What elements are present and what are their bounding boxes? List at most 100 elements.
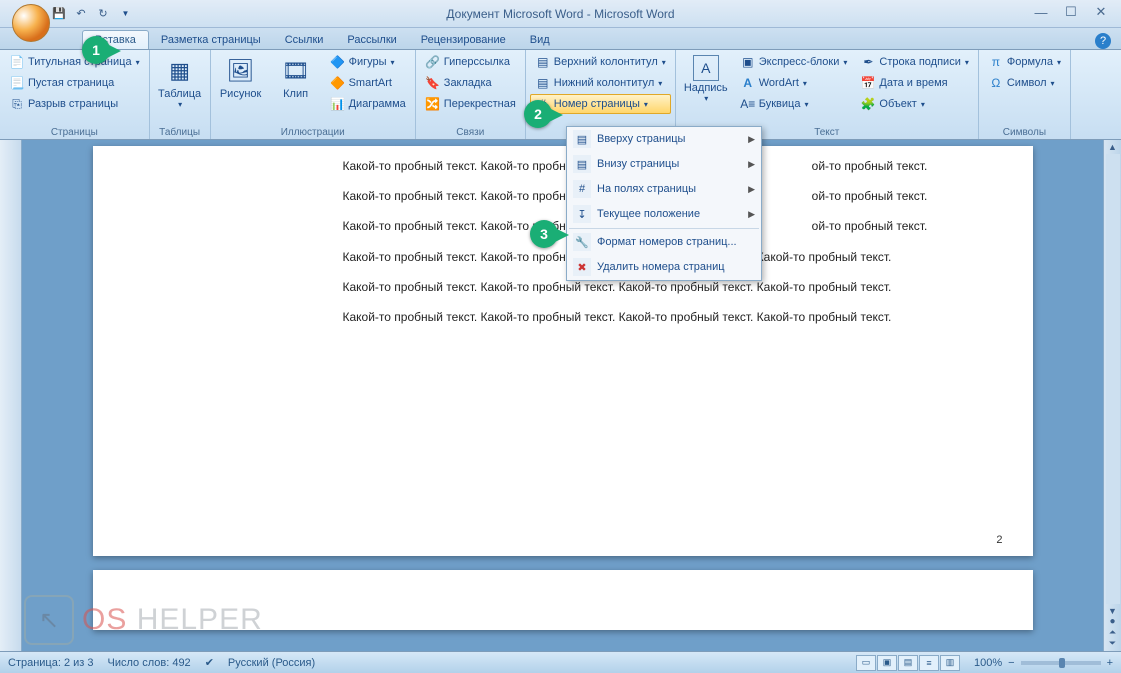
watermark: ↖ OS HELPER xyxy=(24,595,263,645)
menu-top-of-page[interactable]: ▤Вверху страницы▶ xyxy=(567,127,761,152)
menu-page-margins[interactable]: #На полях страницы▶ xyxy=(567,177,761,202)
sigline-button[interactable]: ✒Строка подписи▾ xyxy=(855,52,973,72)
textbox-icon: A xyxy=(693,55,719,81)
office-button[interactable] xyxy=(12,4,50,42)
blank-page-button[interactable]: 📃Пустая страница xyxy=(4,73,145,93)
menu-bottom-of-page[interactable]: ▤Внизу страницы▶ xyxy=(567,152,761,177)
window-title: Документ Microsoft Word - Microsoft Word xyxy=(446,7,674,21)
minimize-button[interactable]: — xyxy=(1027,2,1055,22)
dropcap-button[interactable]: A≡Буквица▾ xyxy=(735,94,853,114)
clip-icon: 🎞 xyxy=(280,55,312,87)
quickparts-button[interactable]: ▣Экспресс-блоки▾ xyxy=(735,52,853,72)
tab-pagelayout[interactable]: Разметка страницы xyxy=(149,31,273,49)
shapes-button[interactable]: 🔷Фигуры▾ xyxy=(325,52,411,72)
paragraph: Какой-то пробный текст. Какой-то пробный… xyxy=(343,309,943,325)
status-words[interactable]: Число слов: 492 xyxy=(108,657,191,669)
equation-icon: π xyxy=(988,54,1004,70)
title-bar: 💾 ↶ ↻ ▼ Документ Microsoft Word - Micros… xyxy=(0,0,1121,28)
save-icon[interactable]: 💾 xyxy=(50,5,68,23)
zoom-control: 100% − + xyxy=(974,657,1113,669)
remove-icon: ✖ xyxy=(573,258,591,276)
footer-button[interactable]: ▤Нижний колонтитул▾ xyxy=(530,73,671,93)
crossref-button[interactable]: 🔀Перекрестная xyxy=(420,94,521,114)
blank-page-icon: 📃 xyxy=(9,75,25,91)
prev-page-icon[interactable]: ⏶ xyxy=(1109,627,1116,638)
textbox-button[interactable]: AНадпись▾ xyxy=(680,52,732,125)
page-scroll[interactable]: Какой-то пробный текст. Какой-то пробный… xyxy=(22,140,1103,651)
table-icon: ▦ xyxy=(164,55,196,87)
table-button[interactable]: ▦ Таблица▾ xyxy=(154,52,206,125)
status-page[interactable]: Страница: 2 из 3 xyxy=(8,657,94,669)
group-pages: 📄Титульная страница▾ 📃Пустая страница ⎘Р… xyxy=(0,50,150,139)
top-icon: ▤ xyxy=(573,130,591,148)
picture-button[interactable]: 🖼Рисунок xyxy=(215,52,267,125)
zoom-value[interactable]: 100% xyxy=(974,657,1002,669)
menu-remove-page-numbers[interactable]: ✖Удалить номера страниц xyxy=(567,255,761,280)
chart-button[interactable]: 📊Диаграмма xyxy=(325,94,411,114)
view-draft[interactable]: ▥ xyxy=(940,655,960,671)
next-page-icon[interactable]: ⏷ xyxy=(1109,638,1116,649)
clip-button[interactable]: 🎞Клип xyxy=(270,52,322,125)
signature-icon: ✒ xyxy=(860,54,876,70)
footer-icon: ▤ xyxy=(535,75,551,91)
scroll-up-icon[interactable]: ▲ xyxy=(1108,142,1117,152)
object-browse-icon[interactable]: ● xyxy=(1109,616,1115,627)
help-icon[interactable]: ? xyxy=(1095,33,1111,49)
symbol-button[interactable]: ΩСимвол▾ xyxy=(983,73,1066,93)
equation-button[interactable]: πФормула▾ xyxy=(983,52,1066,72)
tab-mailings[interactable]: Рассылки xyxy=(335,31,408,49)
view-print-layout[interactable]: ▭ xyxy=(856,655,876,671)
callout-3: 3 xyxy=(530,220,558,248)
view-web-layout[interactable]: ▤ xyxy=(898,655,918,671)
zoom-in-button[interactable]: + xyxy=(1107,657,1113,669)
page-icon: 📄 xyxy=(9,54,25,70)
zoom-out-button[interactable]: − xyxy=(1008,657,1014,669)
bookmark-icon: 🔖 xyxy=(425,75,441,91)
tab-view[interactable]: Вид xyxy=(518,31,562,49)
datetime-button[interactable]: 📅Дата и время xyxy=(855,73,973,93)
bookmark-button[interactable]: 🔖Закладка xyxy=(420,73,521,93)
view-buttons: ▭ ▣ ▤ ≡ ▥ xyxy=(856,655,960,671)
picture-icon: 🖼 xyxy=(225,55,257,87)
maximize-button[interactable]: ☐ xyxy=(1057,2,1085,22)
bottom-icon: ▤ xyxy=(573,155,591,173)
menu-current-position[interactable]: ↧Текущее положение▶ xyxy=(567,202,761,227)
tab-review[interactable]: Рецензирование xyxy=(409,31,518,49)
ribbon-tabs: Главная Вставка Разметка страницы Ссылки… xyxy=(0,28,1121,50)
shapes-icon: 🔷 xyxy=(330,54,346,70)
quick-access-toolbar: 💾 ↶ ↻ ▼ xyxy=(50,5,134,23)
redo-icon[interactable]: ↻ xyxy=(94,5,112,23)
hyperlink-button[interactable]: 🔗Гиперссылка xyxy=(420,52,521,72)
vertical-scrollbar[interactable]: ▲ ▼ ● ⏶ ⏷ xyxy=(1103,140,1121,651)
group-illustrations: 🖼Рисунок 🎞Клип 🔷Фигуры▾ 🔶SmartArt 📊Диагр… xyxy=(211,50,416,139)
smartart-button[interactable]: 🔶SmartArt xyxy=(325,73,411,93)
smartart-icon: 🔶 xyxy=(330,75,346,91)
ribbon: 📄Титульная страница▾ 📃Пустая страница ⎘Р… xyxy=(0,50,1121,140)
wordart-icon: A xyxy=(740,75,756,91)
document-area: Какой-то пробный текст. Какой-то пробный… xyxy=(0,140,1121,651)
qat-dropdown-icon[interactable]: ▼ xyxy=(116,5,134,23)
wordart-button[interactable]: AWordArt▾ xyxy=(735,73,853,93)
status-proofing-icon[interactable]: ✔ xyxy=(205,656,214,669)
break-icon: ⎘ xyxy=(9,96,25,112)
object-icon: 🧩 xyxy=(860,96,876,112)
view-full-screen[interactable]: ▣ xyxy=(877,655,897,671)
view-outline[interactable]: ≡ xyxy=(919,655,939,671)
quickparts-icon: ▣ xyxy=(740,54,756,70)
menu-format-page-numbers[interactable]: 🔧Формат номеров страниц... xyxy=(567,230,761,255)
group-links: 🔗Гиперссылка 🔖Закладка 🔀Перекрестная Свя… xyxy=(416,50,526,139)
scroll-down-icon[interactable]: ▼ xyxy=(1108,606,1117,616)
datetime-icon: 📅 xyxy=(860,75,876,91)
page-number-field: 2 xyxy=(996,534,1002,546)
header-icon: ▤ xyxy=(535,54,551,70)
vertical-ruler[interactable] xyxy=(0,140,22,651)
header-button[interactable]: ▤Верхний колонтитул▾ xyxy=(530,52,671,72)
status-language[interactable]: Русский (Россия) xyxy=(228,657,315,669)
close-button[interactable]: ✕ xyxy=(1087,2,1115,22)
tab-references[interactable]: Ссылки xyxy=(273,31,336,49)
page-break-button[interactable]: ⎘Разрыв страницы xyxy=(4,94,145,114)
margin-icon: # xyxy=(573,180,591,198)
zoom-slider[interactable] xyxy=(1021,661,1101,665)
object-button[interactable]: 🧩Объект▾ xyxy=(855,94,973,114)
undo-icon[interactable]: ↶ xyxy=(72,5,90,23)
